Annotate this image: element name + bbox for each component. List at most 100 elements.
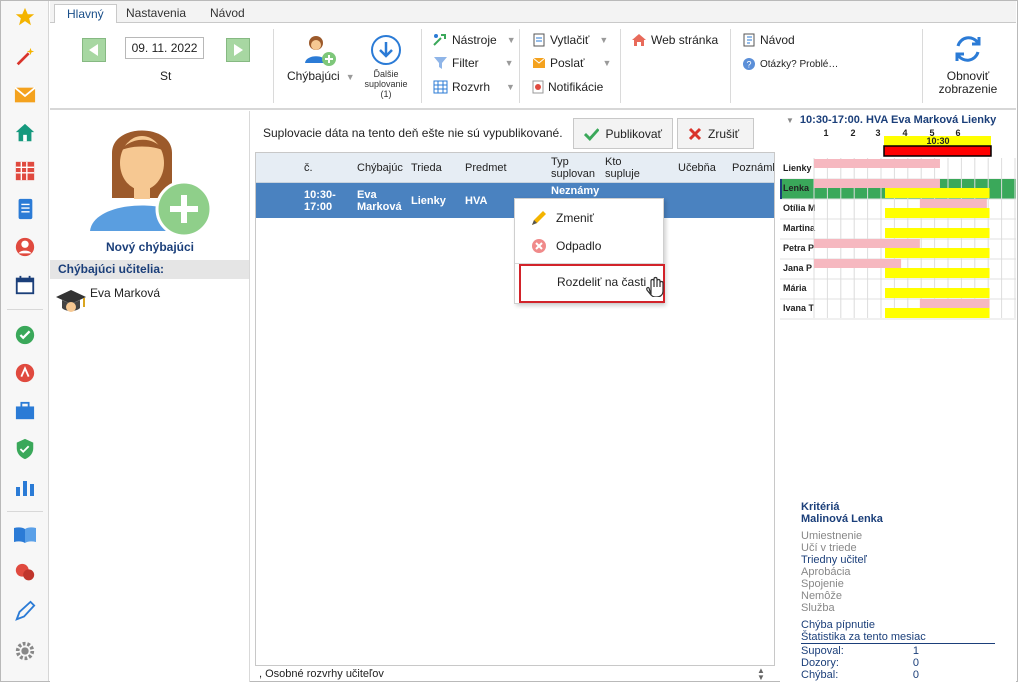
column-header[interactable]: č. — [304, 153, 313, 183]
new-absent-button[interactable]: Nový chýbajúci — [50, 240, 250, 254]
pen-icon[interactable] — [13, 599, 37, 623]
scroll-arrows-icon[interactable]: ▲ ▼ — [757, 667, 765, 682]
tab-main[interactable]: Hlavný — [54, 4, 117, 24]
criteria-item: Triedny učiteľ — [801, 554, 867, 566]
column-header[interactable]: Predmet — [465, 153, 507, 183]
ribbon-divider — [730, 29, 731, 103]
menu-item-cancelled[interactable]: Odpadlo — [515, 233, 663, 259]
chevron-down-icon: ▼ — [599, 35, 609, 45]
print-label: Vytlačiť — [550, 33, 590, 47]
guide-button[interactable]: Návod — [742, 31, 795, 49]
stats-title: Štatistika za tento mesiac — [801, 631, 995, 644]
user-icon[interactable] — [13, 235, 37, 259]
mail-icon[interactable] — [13, 83, 37, 107]
date-field[interactable]: 09. 11. 2022 — [125, 37, 204, 59]
svg-text:?: ? — [746, 60, 751, 70]
schedule-bar — [814, 179, 940, 188]
collapse-icon[interactable]: ▼ — [786, 116, 794, 125]
grade-icon[interactable] — [13, 361, 37, 385]
tab-guide[interactable]: Návod — [198, 4, 257, 24]
chat-icon[interactable] — [13, 561, 37, 585]
cancel-label: Zrušiť — [708, 126, 740, 141]
tools-menu[interactable]: Nástroje ▼ — [433, 31, 516, 49]
cell-subject: HVA — [465, 194, 488, 207]
period-label: 1 — [823, 128, 828, 138]
pin-error: Chýba pípnutie — [801, 619, 875, 631]
stat-value: 0 — [912, 657, 919, 669]
column-header[interactable]: Kto supluje — [605, 153, 649, 183]
arrow-down-circle-icon[interactable] — [370, 34, 402, 69]
check-icon[interactable] — [13, 323, 37, 347]
timetable-icon[interactable] — [13, 159, 37, 183]
highlight-box — [519, 264, 665, 303]
notifications-button[interactable]: Notifikácie — [532, 78, 603, 96]
stat-label: Chýbal: — [801, 669, 839, 681]
new-absent-avatar-icon[interactable] — [84, 113, 216, 238]
tab-settings[interactable]: Nastavenia — [114, 4, 198, 24]
chevron-down-icon: ▼ — [506, 35, 516, 45]
home-icon[interactable] — [13, 121, 37, 145]
next-sub-count: (1) — [380, 89, 392, 99]
star-icon[interactable] — [13, 5, 37, 29]
schedule-bar — [814, 239, 920, 248]
send-menu[interactable]: Poslať ▼ — [532, 54, 611, 72]
schedule-menu[interactable]: Rozvrh ▼ — [433, 78, 515, 96]
shield-icon[interactable] — [13, 437, 37, 461]
stat-row: Supoval: 1 — [801, 645, 919, 657]
row-label: Mária — [783, 283, 808, 293]
publish-button[interactable]: Publikovať — [573, 118, 673, 149]
row-marker — [780, 179, 782, 199]
calendar-icon[interactable] — [13, 273, 37, 297]
absent-button[interactable]: Chýbajúci ▼ — [287, 69, 355, 83]
menu-item-change[interactable]: Zmeniť — [515, 205, 663, 231]
schedule-bar — [885, 268, 990, 278]
list-item[interactable]: Eva Marková — [54, 285, 244, 319]
print-menu[interactable]: Vytlačiť ▼ — [532, 31, 608, 49]
cell-class: Lienky — [411, 194, 446, 207]
questions-label: Otázky? Problé… — [760, 58, 839, 70]
icon-rail — [1, 1, 49, 681]
schedule-bar — [814, 259, 902, 268]
pencil-icon — [532, 211, 546, 225]
column-header[interactable]: Poznámk — [732, 153, 774, 183]
schedule-bar — [919, 199, 987, 208]
bar-chart-icon[interactable] — [13, 475, 37, 499]
guide-book-icon — [743, 33, 755, 47]
column-header[interactable]: Trieda — [411, 153, 442, 183]
close-circle-icon — [532, 239, 546, 253]
questions-link[interactable]: ? Otázky? Problé… — [742, 55, 838, 73]
book-icon[interactable] — [13, 523, 37, 547]
gear-icon[interactable] — [13, 639, 37, 663]
notification-icon — [532, 80, 544, 94]
criteria-name: Malinová Lenka — [801, 513, 883, 525]
prev-day-button[interactable] — [82, 38, 106, 62]
add-absent-icon[interactable] — [302, 33, 338, 72]
filter-menu[interactable]: Filter ▼ — [433, 54, 514, 72]
criteria-item: Umiestnenie — [801, 530, 863, 542]
period-label: 2 — [850, 128, 855, 138]
row-label: Petra P — [783, 243, 814, 253]
column-header[interactable]: Chýbajúc — [357, 153, 403, 183]
refresh-button[interactable]: Obnoviť zobrazenie — [932, 70, 1004, 96]
column-header[interactable]: Učebňa — [678, 153, 716, 183]
website-button[interactable]: Web stránka — [631, 31, 718, 49]
stat-label: Supoval: — [801, 645, 844, 657]
next-day-button[interactable] — [226, 38, 250, 62]
status-bar: , Osobné rozvrhy učiteľov — [259, 668, 384, 680]
absent-teachers-header: Chýbajúci učitelia: — [50, 260, 249, 279]
cancel-button[interactable]: Zrušiť — [677, 118, 754, 149]
absent-teachers-panel: Nový chýbajúci Chýbajúci učitelia: Eva M… — [50, 111, 250, 682]
magic-wand-icon[interactable] — [13, 45, 37, 69]
next-substitution-button[interactable]: Ďalšie suplovanie (1) — [361, 69, 411, 99]
chevron-down-icon: ▼ — [345, 72, 355, 82]
ribbon-divider — [519, 29, 520, 103]
criteria-item: Učí v triede — [801, 542, 857, 554]
ribbon-tabs: Hlavný Nastavenia Návod — [50, 1, 1016, 24]
envelope-icon — [532, 57, 546, 68]
tools-label: Nástroje — [452, 33, 497, 47]
refresh-icon[interactable] — [952, 33, 984, 68]
briefcase-icon[interactable] — [13, 399, 37, 423]
row-label: Ivana T — [783, 303, 815, 313]
notebook-icon[interactable] — [13, 197, 37, 221]
row-label: Otília M — [783, 203, 816, 213]
